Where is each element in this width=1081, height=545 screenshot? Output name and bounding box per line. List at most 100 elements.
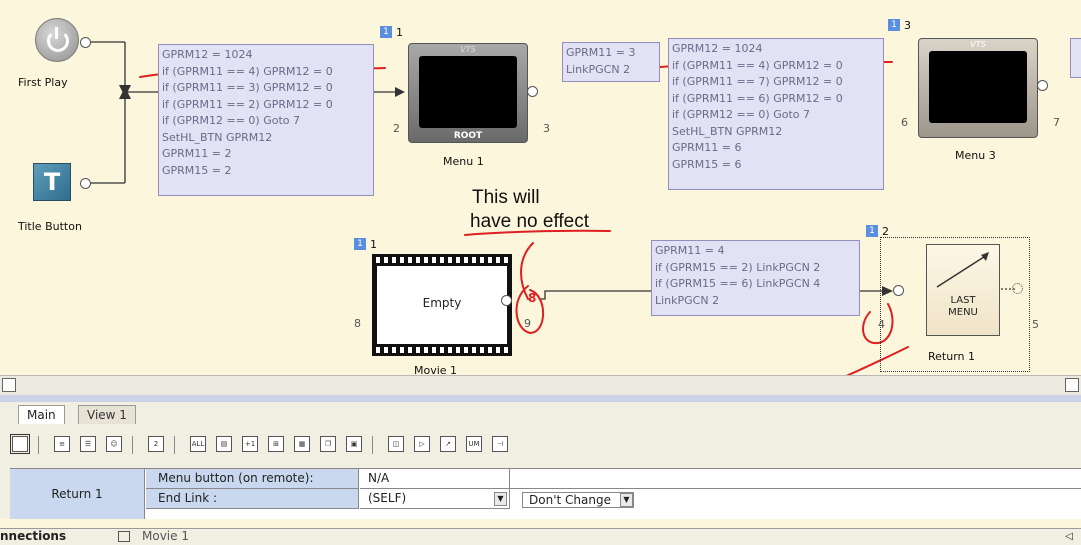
menu3-out-port[interactable] (1037, 80, 1048, 91)
toolbar-separator (174, 436, 175, 454)
menu-button-extra (510, 469, 1081, 489)
command-line: if (GPRM15 == 2) LinkPGCN 2 (655, 260, 821, 274)
bottom-tabs-bar: nnections Movie 1 ◁ (0, 528, 1081, 545)
menu3-port-in-num: 6 (901, 116, 908, 129)
first-play-port[interactable] (80, 37, 91, 48)
last-menu-text-1: LAST (950, 295, 976, 306)
list-icon[interactable]: ≡ (54, 436, 70, 452)
return1-port-in-num: 4 (878, 318, 885, 331)
command-line: GPRM15 = 6 (672, 157, 742, 171)
menu-button-label: Menu button (on remote): (146, 469, 359, 489)
end-link-action-select[interactable]: Don't Change ▼ (522, 492, 634, 508)
command-line: if (GPRM15 == 6) LinkPGCN 4 (655, 277, 821, 290)
command-line: GPRM11 = 4 (655, 244, 725, 257)
compare-icon[interactable]: ◫ (388, 436, 404, 452)
first-play-label: First Play (18, 76, 68, 89)
copy-icon[interactable]: ❐ (320, 436, 336, 452)
movie-tab-icon (118, 531, 130, 542)
stack-icon[interactable]: ▣ (346, 436, 362, 452)
grid-icon[interactable]: ⊞ (268, 436, 284, 452)
return1-node[interactable]: LAST MENU (926, 244, 1000, 336)
list-alt-icon[interactable]: ☰ (80, 436, 96, 452)
view-tabs: Main View 1 (0, 402, 1081, 425)
scroll-right-button[interactable] (1065, 378, 1079, 392)
return1-in-port[interactable] (893, 285, 904, 296)
menu1-label: Menu 1 (443, 155, 484, 168)
chapter-icon[interactable]: 2 (148, 436, 164, 452)
command-line: LinkPGCN 2 (566, 62, 631, 76)
toolbar: ≡ ☰ ☺ 2 ALL ▤ +1 ⊞ ▦ ❐ ▣ ◫ ▷ ↗ UM ⊣ (0, 424, 1081, 468)
first-play-node[interactable] (35, 18, 80, 63)
command-line: if (GPRM11 == 6) GPRM12 = 0 (672, 91, 843, 105)
text-edit-icon[interactable]: ▦ (294, 436, 310, 452)
tab-view-1[interactable]: View 1 (78, 405, 136, 424)
command-line: GPRM11 = 3 (566, 46, 636, 59)
movie1-label: Movie 1 (414, 364, 458, 375)
vts-label: VTS (970, 40, 986, 49)
annotation-line-2: have no effect (470, 211, 590, 232)
title-t-icon: T (33, 163, 71, 201)
command-box-3[interactable]: GPRM12 = 1024 if (GPRM11 == 4) GPRM12 = … (668, 38, 884, 190)
command-line: SetHL_BTN GPRM12 (162, 130, 273, 144)
text-icon[interactable]: ▤ (216, 436, 232, 452)
command-line: GPRM12 = 1024 (162, 48, 253, 61)
command-box-4[interactable]: GPRM11 = 4 if (GPRM15 == 2) LinkPGCN 2 i… (651, 240, 860, 316)
end-link-dropdown-arrow[interactable]: ▼ (494, 492, 507, 506)
title-button-node[interactable]: T (33, 163, 73, 203)
link-icon[interactable]: ↗ (440, 436, 456, 452)
movie1-red-port[interactable]: 8 (528, 291, 536, 305)
title-button-label: Title Button (18, 220, 82, 233)
end-link-label: End Link : (146, 489, 359, 509)
toolbar-separator (132, 436, 133, 454)
connections-tab[interactable]: nnections (0, 529, 66, 544)
selected-node-name: Return 1 (10, 469, 145, 519)
annotation-line-1: This will (472, 187, 540, 208)
properties-panel: Return 1 Menu button (on remote): N/A En… (10, 468, 1081, 519)
end-link-value[interactable]: (SELF) (360, 489, 510, 509)
command-box-1[interactable]: GPRM12 = 1024 if (GPRM11 == 4) GPRM12 = … (158, 44, 374, 196)
toolbar-separator (38, 436, 39, 454)
command-line: if (GPRM12 == 0) Goto 7 (672, 108, 811, 121)
menu1-badge: 1 (380, 26, 392, 38)
command-line: GPRM11 = 2 (162, 147, 232, 160)
people-icon[interactable]: ☺ (106, 436, 122, 452)
menu3-port-out-num: 7 (1053, 116, 1060, 129)
plus-one-icon[interactable]: +1 (242, 436, 258, 452)
command-line: if (GPRM11 == 4) GPRM12 = 0 (162, 64, 333, 78)
um-icon[interactable]: UM (466, 436, 482, 452)
movie-tab[interactable]: Movie 1 (142, 529, 189, 544)
movie1-out-port[interactable] (501, 295, 512, 306)
command-line: if (GPRM11 == 7) GPRM12 = 0 (672, 75, 843, 88)
left-panel-edge (0, 468, 10, 518)
return1-port-out-num: 5 (1032, 318, 1039, 331)
command-line: GPRM12 = 1024 (672, 42, 763, 55)
canvas-horizontal-scrollbar[interactable] (0, 375, 1081, 396)
movie1-port-in-num: 8 (354, 317, 361, 330)
menu1-node[interactable]: VTS ROOT (408, 43, 528, 143)
command-line: if (GPRM11 == 3) GPRM12 = 0 (162, 81, 333, 94)
title-button-port[interactable] (80, 178, 91, 189)
return1-out-port[interactable] (1012, 283, 1023, 294)
menu1-screen (419, 56, 517, 128)
movie1-node[interactable]: Empty (372, 254, 512, 356)
menu1-port-in-num: 2 (393, 122, 400, 135)
menu-button-value[interactable]: N/A (360, 469, 510, 489)
tab-main[interactable]: Main (18, 405, 65, 424)
scroll-left-button[interactable] (2, 378, 16, 392)
menu3-node[interactable]: VTS (918, 38, 1038, 138)
command-box-partial[interactable] (1070, 38, 1081, 78)
vts-label: VTS (460, 45, 476, 54)
tab-scroll-icon[interactable]: ◁ (1065, 529, 1073, 544)
flow-canvas[interactable]: First Play T Title Button GPRM12 = 1024 … (0, 0, 1081, 375)
panel-splitter[interactable] (0, 395, 1081, 402)
play-if-icon[interactable]: ▷ (414, 436, 430, 452)
all-icon[interactable]: ALL (190, 436, 206, 452)
menu3-badge: 1 (888, 19, 900, 31)
chevron-down-icon[interactable]: ▼ (620, 493, 633, 507)
monitor-icon[interactable] (10, 434, 30, 454)
connector-icon[interactable]: ⊣ (492, 436, 508, 452)
menu1-port-out-num: 3 (543, 122, 550, 135)
command-line: if (GPRM12 == 0) Goto 7 (162, 114, 301, 127)
menu1-out-port[interactable] (527, 86, 538, 97)
command-box-2[interactable]: GPRM11 = 3 LinkPGCN 2 (562, 42, 660, 82)
